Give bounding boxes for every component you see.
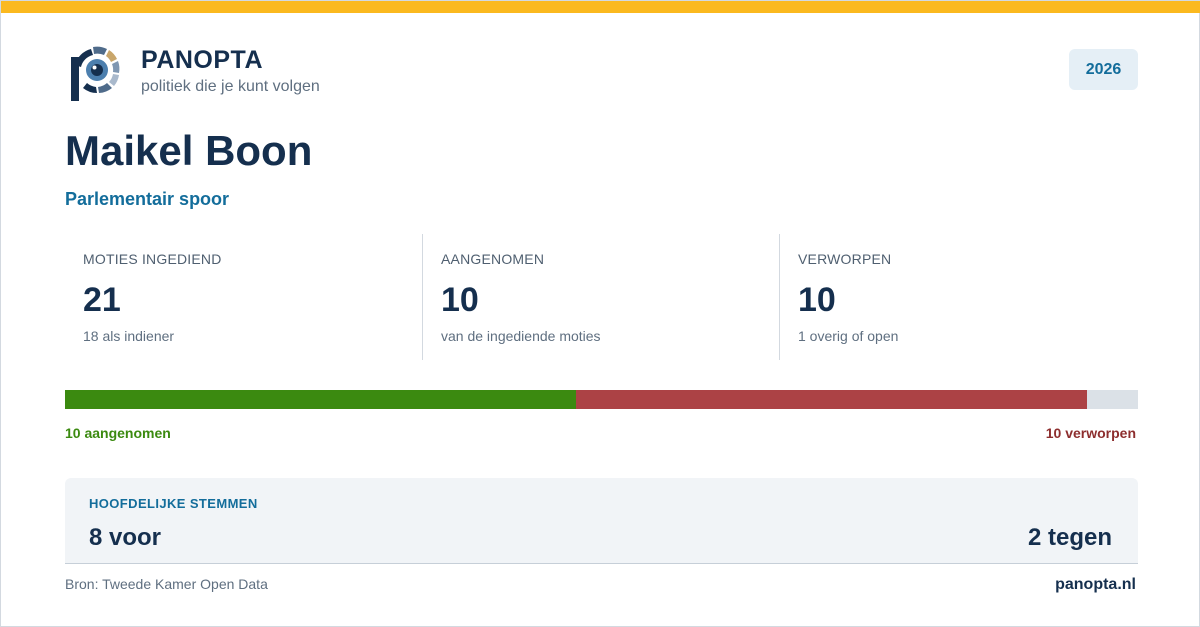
site-link[interactable]: panopta.nl — [1055, 576, 1136, 594]
stat-label: AANGENOMEN — [441, 251, 545, 267]
accent-stripe — [1, 1, 1200, 13]
stat-accepted: AANGENOMEN 10 van de ingediende moties — [422, 234, 779, 360]
stat-value: 10 — [441, 281, 479, 319]
roll-call-votes-panel: HOOFDELIJKE STEMMEN 8 voor 2 tegen — [65, 478, 1138, 564]
stat-rejected: VERWORPEN 10 1 overig of open — [779, 234, 1138, 360]
brand-tagline: politiek die je kunt volgen — [141, 78, 320, 95]
stat-label: VERWORPEN — [798, 251, 892, 267]
share-card: PANOPTA politiek die je kunt volgen 2026… — [0, 0, 1200, 627]
votes-title: HOOFDELIJKE STEMMEN — [89, 496, 258, 511]
votes-against: 2 tegen — [1027, 524, 1112, 551]
source-note: Bron: Tweede Kamer Open Data — [65, 576, 268, 592]
eye-p-logo-icon — [69, 43, 123, 103]
brand-name: PANOPTA — [141, 46, 264, 74]
accepted-segment — [65, 390, 576, 409]
person-name: Maikel Boon — [65, 127, 313, 174]
rejected-count-label: 10 verworpen — [1045, 425, 1136, 441]
accepted-count-label: 10 aangenomen — [65, 425, 171, 441]
section-subtitle: Parlementair spoor — [65, 189, 230, 209]
year-badge: 2026 — [1069, 49, 1138, 90]
stat-value: 21 — [83, 281, 121, 319]
outcome-progress-bar — [65, 390, 1138, 409]
stat-note: van de ingediende moties — [441, 328, 601, 344]
votes-for: 8 voor — [89, 524, 162, 551]
stat-value: 10 — [798, 281, 836, 319]
stat-note: 18 als indiener — [83, 328, 175, 344]
rejected-segment — [576, 390, 1087, 409]
stat-note: 1 overig of open — [798, 328, 899, 344]
stat-label: MOTIES INGEDIEND — [83, 251, 222, 267]
stat-motions-submitted: MOTIES INGEDIEND 21 18 als indiener — [65, 234, 422, 360]
